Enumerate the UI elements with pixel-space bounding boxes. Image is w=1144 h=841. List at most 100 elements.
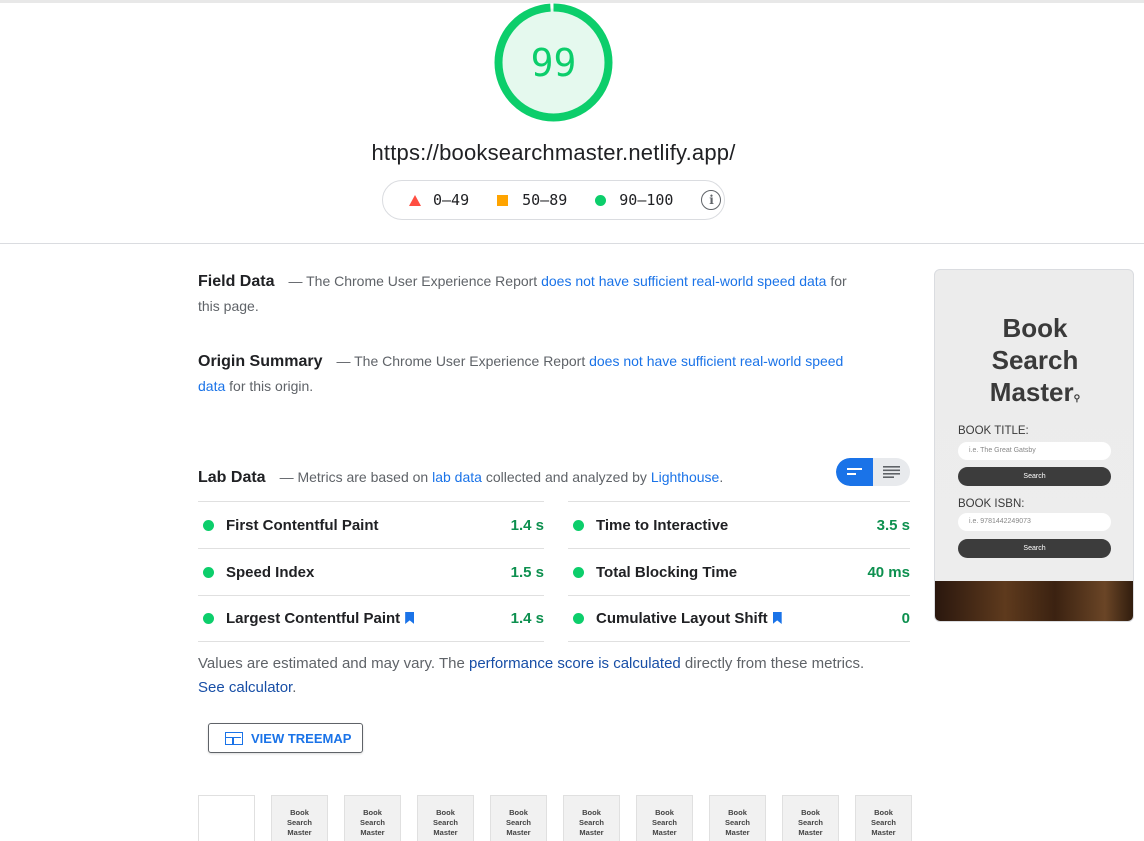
legend-pass-label: 90–100	[619, 191, 674, 209]
filmstrip-frame: Book Search Master	[417, 795, 474, 841]
metric-label-wrap: Largest Contentful Paint	[226, 610, 511, 627]
screenshot-book-isbn-label: BOOK ISBN:	[958, 498, 1025, 510]
filmstrip-frame: Book Search Master	[636, 795, 693, 841]
screenshot-title-line: Master⚲	[935, 376, 1133, 414]
screenshot-title-line: Book	[1002, 313, 1068, 343]
see-calculator-link[interactable]: See calculator	[198, 679, 292, 696]
book-icon: ⚲	[1073, 393, 1081, 403]
filmstrip-frame: Book Search Master	[563, 795, 620, 841]
filmstrip-frame: Book Search Master	[490, 795, 547, 841]
lab-data-link[interactable]: lab data	[432, 469, 482, 485]
note-text: Values are estimated and may vary. The	[198, 655, 465, 672]
filmstrip: Book Search Master Book Search Master Book Sear…	[198, 795, 928, 841]
filmstrip-frame-text: Book	[801, 808, 820, 817]
filmstrip-frame-text: Search	[286, 818, 313, 827]
filmstrip-frame-text: Book	[728, 808, 747, 817]
metric-total-blocking-time: Total Blocking Time 40 ms	[568, 548, 910, 595]
filmstrip-frame-text: Book	[363, 808, 382, 817]
metric-label: Cumulative Layout Shift	[596, 610, 768, 627]
filmstrip-frame-text: Book	[655, 808, 674, 817]
pass-circle-icon	[203, 566, 214, 578]
filmstrip-frame-text: Master	[798, 828, 823, 837]
origin-summary-section: Origin Summary — The Chrome User Experien…	[198, 349, 848, 398]
legend-fail: 0–49	[409, 191, 469, 209]
score-legend: 0–49 50–89 90–100 i	[382, 180, 725, 220]
metric-cumulative-layout-shift: Cumulative Layout Shift 0	[568, 595, 910, 642]
filmstrip-frame-text: Search	[505, 818, 532, 827]
filmstrip-frame-text: Search	[870, 818, 897, 827]
filmstrip-frame	[198, 795, 255, 841]
view-treemap-button[interactable]: VIEW TREEMAP	[208, 723, 363, 753]
filmstrip-frame-text: Book	[582, 808, 601, 817]
screenshot-background-image	[935, 581, 1133, 621]
triangle-icon	[409, 194, 421, 206]
filmstrip-frame-text: Master	[871, 828, 896, 837]
expanded-list-icon	[883, 466, 900, 478]
info-icon[interactable]: i	[701, 190, 722, 210]
lab-data-title: Lab Data	[198, 469, 266, 486]
metrics-view-toggle[interactable]	[836, 458, 910, 486]
metrics-column-right: Time to Interactive 3.5 s Total Blocking…	[568, 501, 910, 642]
metric-value: 1.4 s	[510, 610, 544, 627]
filmstrip-frame-text: Search	[432, 818, 459, 827]
filmstrip-frame-text: Search	[578, 818, 605, 827]
expanded-view-button[interactable]	[873, 458, 910, 486]
origin-summary-text-after: for this origin.	[229, 378, 314, 394]
field-data-title: Field Data	[198, 273, 275, 290]
screenshot-book-title-label: BOOK TITLE:	[958, 425, 1029, 437]
metric-first-contentful-paint: First Contentful Paint 1.4 s	[198, 501, 544, 548]
metric-time-to-interactive: Time to Interactive 3.5 s	[568, 501, 910, 548]
metric-label-wrap: Cumulative Layout Shift	[596, 610, 902, 627]
metric-speed-index: Speed Index 1.5 s	[198, 548, 544, 595]
metric-label: First Contentful Paint	[226, 516, 379, 534]
screenshot-title-line: Search	[991, 345, 1079, 375]
pass-circle-icon	[573, 566, 584, 578]
filmstrip-frame-text: Search	[797, 818, 824, 827]
filmstrip-frame-text: Search	[651, 818, 678, 827]
tested-url: https://booksearchmaster.netlify.app/	[371, 140, 736, 165]
filmstrip-frame: Book Search Master	[709, 795, 766, 841]
square-icon	[497, 194, 509, 206]
filmstrip-frame: Book Search Master	[855, 795, 912, 841]
filmstrip-frame-text: Master	[433, 828, 458, 837]
performance-score-gauge: 99	[493, 2, 614, 123]
filmstrip-frame-text: Master	[725, 828, 750, 837]
metric-label: Total Blocking Time	[596, 563, 738, 581]
compact-view-button[interactable]	[836, 458, 873, 486]
filmstrip-frame-text: Master	[506, 828, 531, 837]
lighthouse-link[interactable]: Lighthouse	[651, 469, 720, 485]
filmstrip-frame: Book Search Master	[271, 795, 328, 841]
metric-value: 3.5 s	[876, 516, 910, 534]
lab-data-text-mid: collected and analyzed by	[485, 469, 647, 485]
metric-value: 1.4 s	[510, 516, 544, 534]
filmstrip-frame-text: Book	[290, 808, 309, 817]
filmstrip-frame-text: Search	[724, 818, 751, 827]
filmstrip-frame-text: Search	[359, 818, 386, 827]
note-text-after: .	[292, 679, 297, 696]
metric-label: Speed Index	[226, 563, 315, 581]
bookmark-icon	[772, 612, 782, 624]
metric-label: Largest Contentful Paint	[226, 610, 401, 627]
screenshot-app-title: Book Search Master⚲	[935, 312, 1133, 414]
field-data-link[interactable]: does not have sufficient real-world spee…	[541, 273, 826, 289]
circle-icon	[595, 194, 607, 206]
filmstrip-frame-text: Book	[436, 808, 455, 817]
metric-label: Time to Interactive	[596, 516, 729, 534]
lab-data-section: Lab Data — Metrics are based on lab data …	[198, 465, 848, 490]
screenshot-book-isbn-input: i.e. 9781442249073	[958, 513, 1111, 531]
screenshot-title-text: Master	[989, 377, 1074, 407]
filmstrip-frame-text: Master	[579, 828, 604, 837]
filmstrip-frame-text: Book	[874, 808, 893, 817]
compact-list-icon	[846, 468, 862, 475]
metric-largest-contentful-paint: Largest Contentful Paint 1.4 s	[198, 595, 544, 642]
note-text-mid: directly from these metrics.	[684, 655, 865, 672]
legend-average-label: 50–89	[522, 191, 568, 209]
filmstrip-frame-text: Book	[509, 808, 528, 817]
view-treemap-label: VIEW TREEMAP	[251, 730, 352, 746]
score-calculated-link[interactable]: performance score is calculated	[469, 655, 681, 672]
performance-score-value: 99	[530, 40, 577, 85]
filmstrip-frame: Book Search Master	[782, 795, 839, 841]
lab-data-text: — Metrics are based on	[279, 469, 429, 485]
filmstrip-frame-text: Master	[287, 828, 312, 837]
section-divider	[0, 243, 1144, 244]
